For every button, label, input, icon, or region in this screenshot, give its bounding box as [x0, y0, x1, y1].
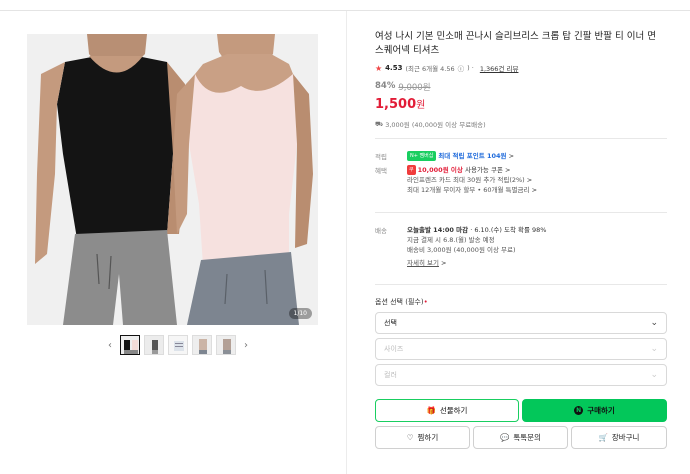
option-label: 옵션 선택 (필수)•	[375, 297, 428, 307]
delivery-section: 배송 오늘출발 14:00 마감 · 6.10.(수) 도착 확률 98% 지금…	[375, 225, 667, 271]
gift-button[interactable]: 🎁 선물하기	[375, 399, 519, 422]
required-mark: •	[423, 298, 428, 306]
select-value: 선택	[384, 319, 397, 327]
chat-bubble-icon: 💬	[500, 433, 510, 442]
thumbnail-2[interactable]	[144, 335, 164, 355]
column-divider	[346, 11, 347, 474]
cart-button[interactable]: 🛒 장바구니	[571, 426, 667, 449]
heart-icon: ♡	[406, 433, 414, 442]
thumbnail-image	[121, 336, 139, 354]
select-value: 사이즈	[384, 345, 404, 353]
chevron-right-icon[interactable]: >	[441, 259, 446, 267]
thumb-next-icon[interactable]: ›	[240, 340, 252, 351]
shipping-fee: 배송비 3,000원 (40,000원 이상 무료)	[407, 246, 516, 254]
option-select-color[interactable]: 컬러 ⌄	[375, 364, 667, 386]
thumbnail-1[interactable]	[120, 335, 140, 355]
thumbnail-3[interactable]	[168, 335, 188, 355]
gift-label: 선물하기	[439, 406, 468, 415]
wish-label: 찜하기	[417, 433, 439, 442]
chevron-down-icon: ⌄	[650, 318, 658, 328]
rating-value: 4.53	[385, 64, 403, 72]
talk-inquiry-button[interactable]: 💬 톡톡문의	[473, 426, 568, 449]
option-select-size[interactable]: 사이즈 ⌄	[375, 338, 667, 360]
image-counter: 1/10	[288, 308, 312, 319]
shipping-summary: ⛟ 3,000원 (40,000원 이상 무료배송)	[375, 119, 667, 130]
thumbnail-5[interactable]	[216, 335, 236, 355]
thumbnail-strip: ‹ ›	[104, 334, 252, 356]
sale-price-value: 1,500	[375, 97, 417, 112]
gift-icon: 🎁	[426, 406, 436, 415]
truck-icon: ⛟	[375, 119, 384, 128]
benefits-section: 적립 N+ 멤버십 최대 적립 포인트 104원 > 혜택 쿠 10,000원 이상…	[375, 151, 667, 198]
sale-price-unit: 원	[416, 100, 426, 111]
option-select-main[interactable]: 선택 ⌄	[375, 312, 667, 334]
chevron-right-icon[interactable]: >	[509, 152, 514, 160]
product-info: 여성 나시 기본 민소매 끈나시 슬리브리스 크롭 탑 긴팔 반팔 티 이너 면…	[375, 30, 667, 129]
cart-label: 장바구니	[611, 433, 640, 442]
arrival-estimate: · 6.10.(수) 도착 확률 98%	[470, 226, 547, 234]
star-icon: ★	[375, 63, 383, 73]
npay-badge: N+ 멤버십	[407, 151, 437, 161]
ship-schedule: 지금 결제 시 6.8.(월) 발송 예정	[407, 236, 495, 244]
thumb-prev-icon[interactable]: ‹	[104, 340, 116, 351]
chevron-right-icon[interactable]: >	[532, 186, 537, 194]
cart-icon: 🛒	[598, 433, 608, 442]
benefit-label: 혜택	[375, 167, 387, 175]
option-label-text: 옵션 선택 (필수)	[375, 298, 424, 306]
rating-close: ) ·	[467, 64, 474, 72]
coupon-amount[interactable]: 10,000원 이상	[418, 166, 463, 174]
thumbnail-image	[193, 336, 211, 354]
delivery-details-link[interactable]: 자세히 보기	[407, 258, 439, 268]
divider	[375, 284, 667, 285]
coupon-text[interactable]: 사용가능 쿠폰	[465, 166, 503, 174]
thumbnail-image	[169, 336, 187, 354]
product-title: 여성 나시 기본 민소매 끈나시 슬리브리스 크롭 탑 긴팔 반팔 티 이너 면…	[375, 31, 656, 56]
info-icon[interactable]: ⓘ	[458, 63, 465, 73]
review-count-link[interactable]: 1,366건 리뷰	[480, 63, 519, 73]
talk-label: 톡톡문의	[513, 433, 541, 442]
shipping-text: 3,000원 (40,000원 이상 무료배송)	[385, 121, 486, 129]
product-main-image[interactable]: 1/10	[27, 34, 318, 325]
divider	[375, 138, 667, 139]
rating-sub: (최근 6개월 4.56	[405, 65, 455, 73]
divider	[375, 212, 667, 213]
installment-benefit[interactable]: 최대 12개월 무이자 할부 • 60개월 특별금리	[407, 186, 529, 194]
naver-n-icon: N	[574, 406, 584, 415]
today-ship-deadline: 오늘출발 14:00 마감	[407, 226, 469, 234]
rating-row: ★ 4.53 (최근 6개월 4.56 ⓘ) · 1,366건 리뷰	[375, 63, 667, 74]
buy-label: 구매하기	[587, 406, 615, 415]
chevron-down-icon: ⌄	[650, 344, 658, 354]
discount-rate: 84%	[375, 81, 396, 91]
top-bar	[0, 0, 690, 11]
chevron-down-icon: ⌄	[650, 370, 658, 380]
coupon-icon: 쿠	[407, 165, 416, 175]
points-text[interactable]: 최대 적립 포인트 104원	[438, 152, 506, 160]
chevron-right-icon[interactable]: >	[527, 176, 532, 184]
points-label: 적립	[375, 153, 387, 161]
thumbnail-image	[217, 336, 235, 354]
original-price: 9,000원	[398, 83, 431, 93]
card-benefit[interactable]: 라인프렌즈 카드 최대 30원 추가 적립(2%)	[407, 176, 525, 184]
model-illustration	[27, 34, 318, 325]
thumbnail-image	[145, 336, 163, 354]
buy-button[interactable]: N 구매하기	[522, 399, 667, 422]
sale-price: 1,500원	[375, 96, 667, 112]
thumbnail-4[interactable]	[192, 335, 212, 355]
select-value: 컬러	[384, 371, 397, 379]
wish-button[interactable]: ♡ 찜하기	[375, 426, 470, 449]
discount-row: 84% 9,000원	[375, 81, 667, 93]
chevron-right-icon[interactable]: >	[505, 166, 510, 174]
delivery-label: 배송	[375, 227, 387, 235]
